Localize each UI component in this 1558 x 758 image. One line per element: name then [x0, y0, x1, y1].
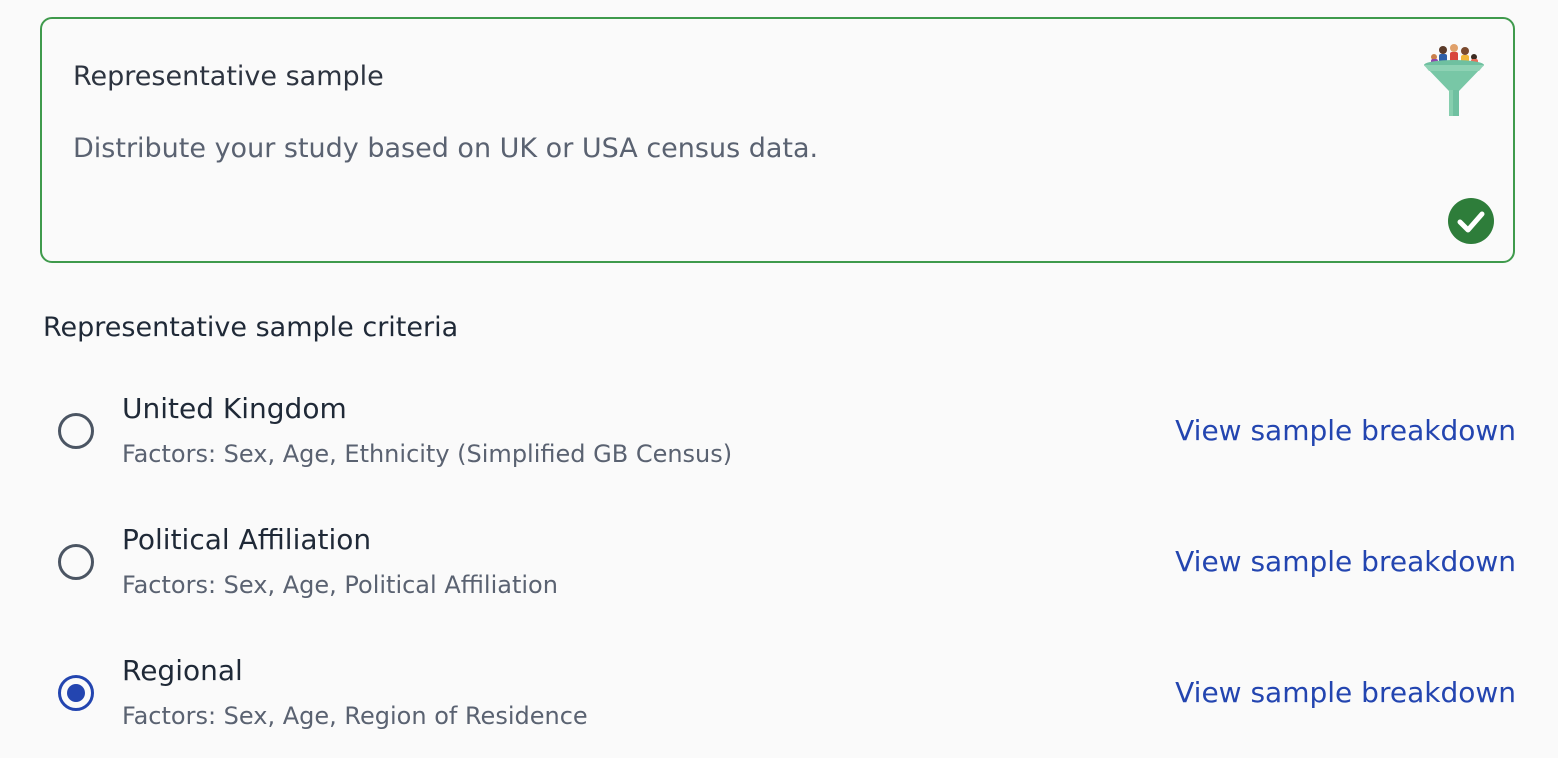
radio-regional[interactable] [58, 675, 94, 711]
card-description: Distribute your study based on UK or USA… [73, 133, 819, 164]
option-label: Political Affiliation [122, 523, 372, 556]
check-circle-icon [1448, 198, 1494, 244]
radio-united-kingdom[interactable] [58, 413, 94, 449]
criteria-option-political-affiliation[interactable]: Political Affiliation Factors: Sex, Age,… [58, 523, 1518, 623]
view-sample-breakdown-link[interactable]: View sample breakdown [1175, 545, 1516, 578]
option-label: Regional [122, 654, 243, 687]
page: Representative sample Distribute your st… [0, 0, 1558, 758]
card-title: Representative sample [73, 61, 384, 92]
criteria-option-united-kingdom[interactable]: United Kingdom Factors: Sex, Age, Ethnic… [58, 392, 1518, 492]
view-sample-breakdown-link[interactable]: View sample breakdown [1175, 676, 1516, 709]
funnel-people-icon [1424, 44, 1484, 116]
view-sample-breakdown-link[interactable]: View sample breakdown [1175, 414, 1516, 447]
radio-political-affiliation[interactable] [58, 544, 94, 580]
option-factors: Factors: Sex, Age, Region of Residence [122, 702, 588, 730]
option-label: United Kingdom [122, 392, 347, 425]
representative-sample-card[interactable]: Representative sample Distribute your st… [40, 17, 1515, 263]
criteria-option-regional[interactable]: Regional Factors: Sex, Age, Region of Re… [58, 654, 1518, 754]
option-factors: Factors: Sex, Age, Ethnicity (Simplified… [122, 440, 733, 468]
criteria-heading: Representative sample criteria [43, 312, 459, 343]
option-factors: Factors: Sex, Age, Political Affiliation [122, 571, 558, 599]
